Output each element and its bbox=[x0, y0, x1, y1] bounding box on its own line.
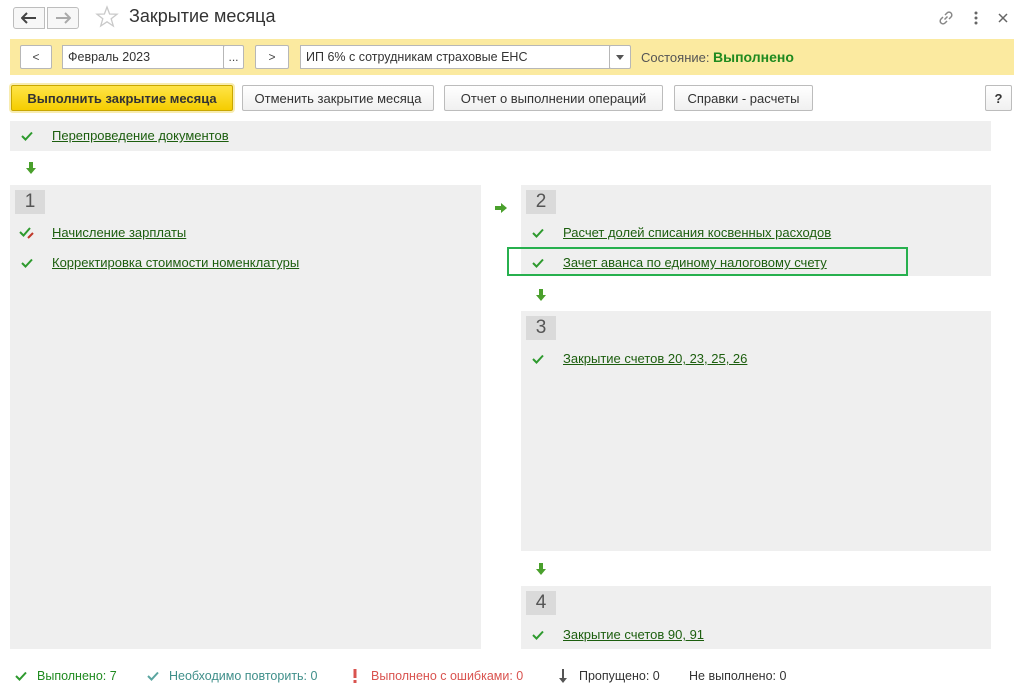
status-errors-text: Выполнено с ошибками: 0 bbox=[371, 669, 524, 683]
status-done-text: Выполнено: 7 bbox=[37, 669, 117, 683]
link-icon[interactable] bbox=[936, 8, 956, 28]
check-icon bbox=[18, 256, 36, 270]
pre-step-panel: Перепроведение документов bbox=[10, 121, 991, 151]
period-select-button[interactable]: ... bbox=[223, 45, 244, 69]
parameters-bar: < Февраль 2023 ... > ИП 6% с сотрудникам… bbox=[10, 39, 1014, 75]
operations-report-button[interactable]: Отчет о выполнении операций bbox=[444, 85, 663, 111]
chevron-down-icon bbox=[616, 54, 624, 60]
favorite-star-icon[interactable] bbox=[95, 5, 119, 32]
close-icon[interactable] bbox=[993, 8, 1013, 28]
back-button[interactable] bbox=[13, 7, 45, 29]
status-done: Выполнено: 7 bbox=[13, 669, 117, 683]
state-value: Выполнено bbox=[713, 49, 794, 65]
arrow-down-icon bbox=[536, 289, 546, 301]
check-icon bbox=[145, 669, 161, 683]
exclamation-icon bbox=[347, 669, 363, 683]
arrow-left-icon bbox=[21, 12, 36, 24]
step-number: 3 bbox=[526, 316, 556, 340]
list-item: Закрытие счетов 90, 91 bbox=[529, 627, 704, 642]
status-repeat-text: Необходимо повторить: 0 bbox=[169, 669, 318, 683]
check-icon bbox=[18, 129, 36, 143]
reposting-documents-link[interactable]: Перепроведение документов bbox=[52, 128, 229, 143]
period-field[interactable]: Февраль 2023 bbox=[62, 45, 224, 69]
list-item: Расчет долей списания косвенных расходов bbox=[529, 225, 831, 240]
more-icon[interactable] bbox=[966, 8, 986, 28]
close-accounts-90-91-link[interactable]: Закрытие счетов 90, 91 bbox=[563, 627, 704, 642]
step-number: 2 bbox=[526, 190, 556, 214]
arrow-down-icon bbox=[536, 563, 546, 575]
status-repeat: Необходимо повторить: 0 bbox=[145, 669, 317, 683]
payroll-link[interactable]: Начисление зарплаты bbox=[52, 225, 186, 240]
check-icon bbox=[529, 628, 547, 642]
list-item: Корректировка стоимости номенклатуры bbox=[18, 255, 299, 270]
close-accounts-20-26-link[interactable]: Закрытие счетов 20, 23, 25, 26 bbox=[563, 351, 747, 366]
help-button[interactable]: ? bbox=[985, 85, 1012, 111]
step-4-panel: 4 Закрытие счетов 90, 91 bbox=[521, 586, 991, 649]
help-calculations-button[interactable]: Справки - расчеты bbox=[674, 85, 813, 111]
check-icon bbox=[529, 226, 547, 240]
status-errors: Выполнено с ошибками: 0 bbox=[347, 669, 523, 683]
page-title: Закрытие месяца bbox=[129, 6, 276, 26]
selection-highlight bbox=[507, 247, 908, 276]
step-3-panel: 3 Закрытие счетов 20, 23, 25, 26 bbox=[521, 311, 991, 551]
indirect-costs-share-link[interactable]: Расчет долей списания косвенных расходов bbox=[563, 225, 831, 240]
status-not-done-text: Не выполнено: 0 bbox=[689, 669, 787, 683]
status-skipped-text: Пропущено: 0 bbox=[579, 669, 660, 683]
prev-period-button[interactable]: < bbox=[20, 45, 52, 69]
list-item: Перепроведение документов bbox=[18, 128, 229, 143]
check-icon bbox=[13, 669, 29, 683]
arrow-right-icon bbox=[495, 203, 507, 213]
list-item: Начисление зарплаты bbox=[18, 225, 186, 240]
organization-dropdown-button[interactable] bbox=[609, 45, 631, 69]
inventory-cost-adjustment-link[interactable]: Корректировка стоимости номенклатуры bbox=[52, 255, 299, 270]
status-not-done: Не выполнено: 0 bbox=[689, 669, 786, 683]
next-period-button[interactable]: > bbox=[255, 45, 289, 69]
arrow-right-icon bbox=[56, 12, 71, 24]
cancel-closing-button[interactable]: Отменить закрытие месяца bbox=[242, 85, 434, 111]
arrow-down-icon bbox=[555, 669, 571, 683]
run-closing-button[interactable]: Выполнить закрытие месяца bbox=[11, 85, 233, 111]
arrow-down-icon bbox=[26, 162, 36, 174]
step-number: 1 bbox=[15, 190, 45, 214]
forward-button[interactable] bbox=[47, 7, 79, 29]
state-label: Состояние: bbox=[641, 50, 710, 65]
check-with-edit-icon bbox=[18, 226, 36, 240]
step-number: 4 bbox=[526, 591, 556, 615]
step-1-panel: 1 Начисление зарплаты Корректировка стои… bbox=[10, 185, 481, 649]
organization-field[interactable]: ИП 6% с сотрудникам страховые ЕНС bbox=[300, 45, 610, 69]
list-item: Закрытие счетов 20, 23, 25, 26 bbox=[529, 351, 747, 366]
title-bar: Закрытие месяца bbox=[0, 0, 1014, 36]
status-skipped: Пропущено: 0 bbox=[555, 669, 660, 683]
check-icon bbox=[529, 352, 547, 366]
